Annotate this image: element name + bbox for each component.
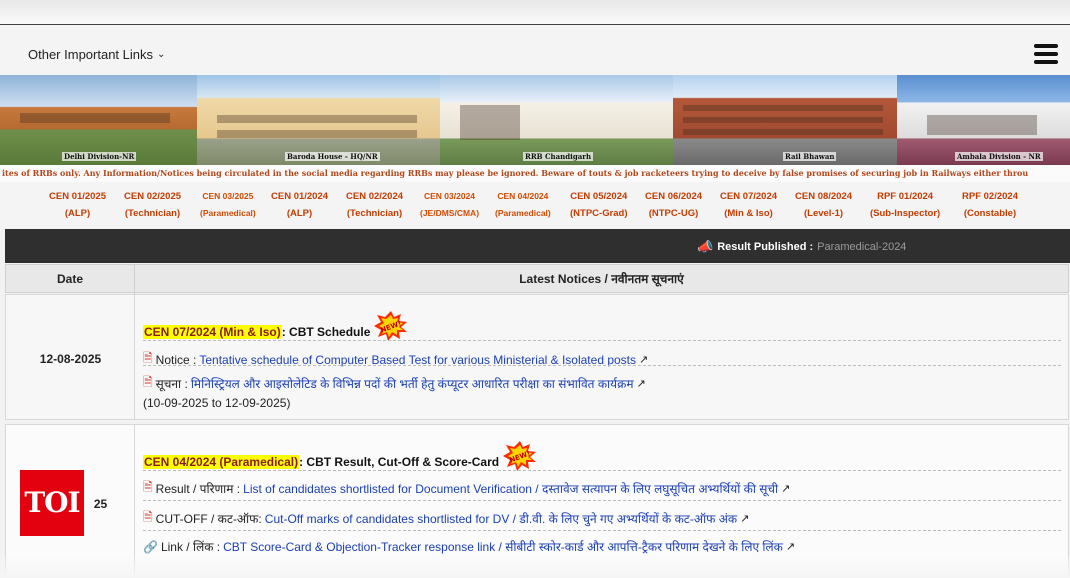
notice-line: 🗎 Result / परिणाम : List of candidates s… — [143, 478, 790, 499]
notice-link[interactable]: Cut-Off marks of candidates shortlisted … — [265, 510, 737, 527]
banner-photo-delhi: Delhi Division-NR — [0, 75, 197, 165]
table-header: Date Latest Notices / नवीनतम सूचनाएं — [5, 264, 1069, 294]
banner-caption: RRB Chandigarh — [523, 152, 594, 161]
notice-line: 🗎 CUT-OFF / कट-ऑफ: Cut-Off marks of cand… — [143, 508, 749, 529]
cen-link[interactable]: RPF 01/2024 (Sub-Inspector) — [870, 188, 940, 222]
pdf-icon: 🗎 — [143, 480, 153, 494]
divider — [143, 365, 1061, 366]
row-date: 12-08-2025 — [6, 295, 135, 419]
notice-prefix: सूचना : — [155, 377, 188, 391]
divider — [143, 470, 1061, 471]
cen-link[interactable]: CEN 07/2024 (Min & Iso) — [720, 188, 777, 222]
notice-heading: CEN 04/2024 (Paramedical) : CBT Result, … — [143, 441, 537, 477]
notice-heading-text: : CBT Result, Cut-Off & Score-Card — [299, 455, 500, 469]
result-published-link[interactable]: 📣 Result Published : Paramedical-2024 — [697, 239, 906, 255]
news-ticker: ites of RRBs only. Any Information/Notic… — [0, 165, 1070, 182]
cen-link[interactable]: CEN 06/2024 (NTPC-UG) — [645, 188, 702, 222]
external-link-icon: ↗ — [781, 483, 791, 495]
cen-link[interactable]: CEN 01/2024 (ALP) — [271, 188, 328, 222]
toi-watermark-logo: TOI — [20, 470, 84, 536]
new-badge-icon: NEW! — [374, 311, 408, 341]
new-badge-icon: NEW! — [503, 441, 537, 471]
notice-link[interactable]: मिनिस्ट्रियल और आइसोलेटिड के विभिन्न पदो… — [191, 375, 634, 392]
notice-link[interactable]: List of candidates shortlisted for Docum… — [243, 480, 778, 497]
pdf-icon: 🗎 — [143, 375, 153, 389]
other-links-dropdown[interactable]: Other Important Links ⌄ — [28, 47, 165, 62]
cen-link[interactable]: CEN 02/2025 (Technician) — [124, 188, 181, 222]
cen-link[interactable]: CEN 02/2024 (Technician) — [346, 188, 403, 222]
banner-caption: Baroda House - HQ/NR — [285, 152, 380, 161]
banner-caption: Rail Bhawan — [783, 152, 837, 161]
notice-link[interactable]: CBT Score-Card & Objection-Tracker respo… — [223, 538, 783, 555]
banner-photo-rail-bhawan: Rail Bhawan — [673, 75, 897, 165]
notice-line: 🔗 Link / लिंक : CBT Score-Card & Objecti… — [143, 538, 795, 555]
chevron-down-icon: ⌄ — [157, 49, 166, 60]
header-notices: Latest Notices / नवीनतम सूचनाएं — [519, 272, 684, 286]
banner-caption: Delhi Division-NR — [62, 152, 137, 161]
divider — [143, 500, 1061, 501]
external-link-icon: ↗ — [785, 541, 796, 553]
link-chain-icon: 🔗 — [143, 539, 158, 554]
pdf-icon: 🗎 — [143, 510, 153, 524]
banner-photo-baroda: Baroda House - HQ/NR — [197, 75, 440, 165]
cen-link[interactable]: RPF 02/2024 (Constable) — [962, 188, 1018, 222]
cen-link[interactable]: CEN 04/2024 (Paramedical) — [495, 188, 551, 222]
banner-photo-rrb-chandigarh: RRB Chandigarh — [440, 75, 673, 165]
hamburger-icon[interactable] — [1034, 44, 1058, 64]
external-link-icon: ↗ — [740, 513, 750, 525]
result-value: Paramedical-2024 — [817, 241, 907, 253]
table-row: 25 CEN 04/2024 (Paramedical) : CBT Resul… — [5, 424, 1069, 578]
cen-links-row: CEN 01/2025 (ALP) CEN 02/2025 (Technician)… — [0, 182, 1070, 229]
notice-heading-highlight[interactable]: CEN 04/2024 (Paramedical) — [143, 455, 300, 469]
header-banner: Delhi Division-NR Baroda House - HQ/NR R… — [0, 75, 1070, 165]
navbar: Other Important Links ⌄ — [0, 25, 1070, 75]
cen-link[interactable]: CEN 08/2024 (Level-1) — [795, 188, 852, 222]
divider — [143, 340, 1061, 341]
table-row: 12-08-2025 CEN 07/2024 (Min & Iso) : CBT… — [5, 294, 1069, 420]
cen-link[interactable]: CEN 01/2025 (ALP) — [49, 188, 106, 222]
cen-link[interactable]: CEN 03/2024 (JE/DMS/CMA) — [420, 188, 479, 222]
notice-heading-highlight[interactable]: CEN 07/2024 (Min & Iso) — [143, 325, 282, 339]
notice-line: 🗎 सूचना : मिनिस्ट्रियल और आइसोलेटिड के व… — [143, 373, 646, 394]
notice-heading: CEN 07/2024 (Min & Iso) : CBT Schedule N… — [143, 311, 408, 347]
bottom-fade — [0, 556, 1070, 578]
divider — [143, 530, 1061, 531]
result-published-bar: 📣 Result Published : Paramedical-2024 — [5, 229, 1070, 263]
megaphone-icon: 📣 — [697, 239, 714, 254]
notice-heading-text: : CBT Schedule — [281, 325, 371, 339]
notice-dates: (10-09-2025 to 12-09-2025) — [143, 396, 291, 410]
top-strip — [0, 0, 1070, 25]
other-links-label: Other Important Links — [28, 47, 153, 62]
cen-link[interactable]: CEN 05/2024 (NTPC-Grad) — [570, 188, 628, 222]
result-label: Result Published : — [717, 241, 814, 253]
notice-line: 🗎 Notice : Tentative schedule of Compute… — [143, 349, 648, 370]
notice-prefix: CUT-OFF / कट-ऑफ: — [155, 512, 262, 526]
notice-prefix: Result / परिणाम : — [155, 482, 241, 496]
notice-prefix: Link / लिंक : — [160, 540, 221, 554]
banner-caption: Ambala Division - NR — [955, 152, 1043, 161]
cen-link[interactable]: CEN 03/2025 (Paramedical) — [200, 188, 256, 222]
pdf-icon: 🗎 — [143, 351, 153, 365]
external-link-icon: ↗ — [636, 378, 646, 390]
banner-photo-ambala: Ambala Division - NR — [897, 75, 1070, 165]
header-date: Date — [6, 265, 135, 294]
